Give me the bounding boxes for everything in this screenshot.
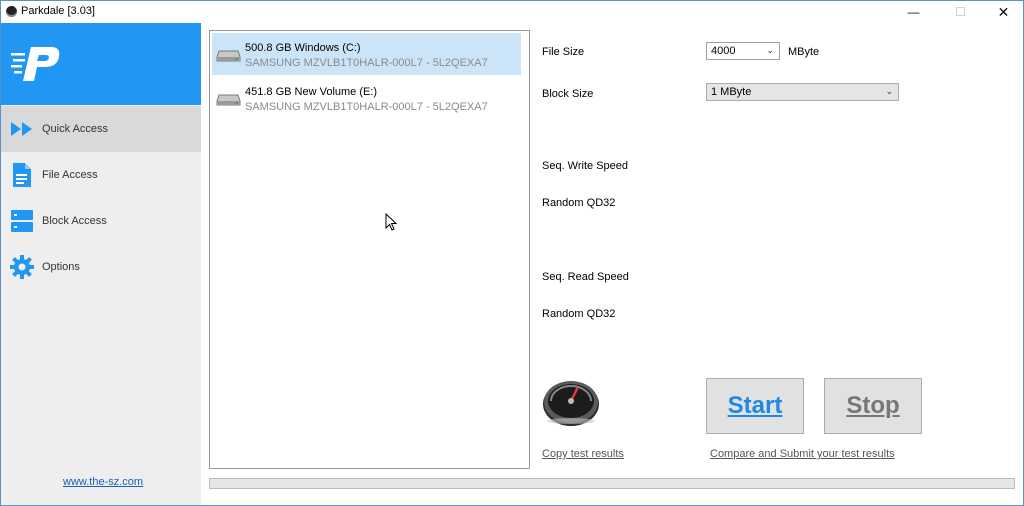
file-icon [9,162,35,188]
app-window: Parkdale [3.03] — ☐ ✕ Quick Access File … [0,0,1024,506]
file-size-label: File Size [542,46,585,58]
sidebar-item-quick-access[interactable]: Quick Access [1,106,201,152]
copy-results-link[interactable]: Copy test results [542,448,624,460]
file-size-select[interactable]: 4000 ⌄ [706,42,780,60]
drive-model: SAMSUNG MZVLB1T0HALR-000L7 - 5L2QEXA7 [245,57,488,69]
drive-item-e[interactable]: 451.8 GB New Volume (E:) SAMSUNG MZVLB1T… [212,77,521,119]
drive-list[interactable]: 500.8 GB Windows (C:) SAMSUNG MZVLB1T0HA… [209,30,530,469]
sidebar-item-label: Quick Access [42,123,109,135]
logo-area [1,23,201,105]
website-link[interactable]: www.the-sz.com [63,476,143,488]
speedometer-icon [543,381,599,426]
sidebar-item-label: Block Access [42,215,107,227]
seq-read-label: Seq. Read Speed [542,271,629,283]
app-icon [6,6,17,17]
random-write-label: Random QD32 [542,197,616,209]
sidebar-item-file-access[interactable]: File Access [1,152,201,198]
compare-results-link[interactable]: Compare and Submit your test results [710,448,895,460]
seq-write-label: Seq. Write Speed [542,160,629,172]
minimize-button[interactable]: — [891,1,936,23]
server-blocks-icon [9,208,35,234]
progress-bar [209,478,1015,489]
drive-name: 451.8 GB New Volume (E:) [245,86,378,98]
maximize-button[interactable]: ☐ [938,1,983,23]
sidebar-item-label: File Access [42,169,98,181]
stop-button[interactable]: Stop [824,378,922,434]
parkdale-logo-icon [11,47,60,81]
hard-drive-icon [216,50,241,62]
block-size-value: 1 MByte [711,86,752,98]
file-size-unit: MByte [788,46,820,58]
mouse-cursor-icon [385,213,397,231]
drive-item-c[interactable]: 500.8 GB Windows (C:) SAMSUNG MZVLB1T0HA… [212,33,521,75]
chevron-down-icon: ⌄ [885,86,893,96]
chevron-down-icon: ⌄ [766,45,774,55]
sidebar-item-block-access[interactable]: Block Access [1,198,201,244]
window-title: Parkdale [3.03] [21,5,95,17]
close-button[interactable]: ✕ [981,1,1024,23]
sidebar-item-options[interactable]: Options [1,244,201,290]
gear-icon [9,254,35,280]
drive-model: SAMSUNG MZVLB1T0HALR-000L7 - 5L2QEXA7 [245,101,488,113]
random-read-label: Random QD32 [542,308,616,320]
block-size-select[interactable]: 1 MByte ⌄ [706,83,899,101]
sidebar: Quick Access File Access Block Access Op… [1,23,201,505]
block-size-label: Block Size [542,88,594,100]
double-chevron-right-icon [9,116,35,142]
sidebar-item-label: Options [42,261,80,273]
hard-drive-icon [216,94,241,106]
title-bar: Parkdale [3.03] — ☐ ✕ [1,1,1023,23]
file-size-value: 4000 [711,45,736,57]
start-button[interactable]: Start [706,378,804,434]
drive-name: 500.8 GB Windows (C:) [245,42,361,54]
